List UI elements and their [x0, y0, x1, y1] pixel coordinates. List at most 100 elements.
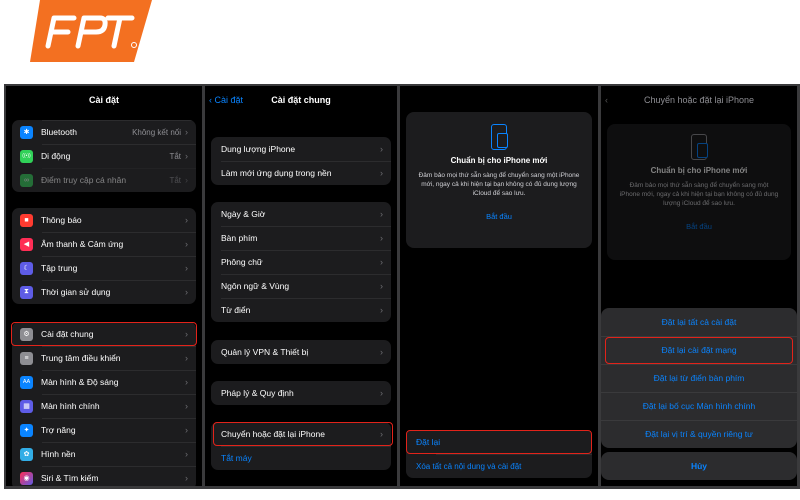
prepare-card-title: Chuẩn bị cho iPhone mới: [450, 156, 548, 165]
chevron-right-icon: ›: [185, 353, 188, 363]
settings-item-label: Thời gian sử dụng: [41, 287, 111, 297]
chevron-right-icon: ›: [185, 401, 188, 411]
reset-title: Chuyển hoặc đặt lại iPhone: [643, 95, 755, 105]
reset-all-settings-option[interactable]: Đặt lại tất cả cài đặt: [601, 308, 797, 336]
general-item-label: Quản lý VPN & Thiết bị: [221, 347, 309, 357]
control-center-icon: ≡: [20, 351, 33, 365]
general-item-background-refresh[interactable]: Làm mới ứng dụng trong nền ›: [211, 161, 391, 185]
iphone-icon: [491, 124, 508, 150]
prepare-card-dimmed: Chuẩn bị cho iPhone mới Đảm bảo mọi thứ …: [607, 124, 791, 260]
general-header: ‹ Cài đặt Cài đặt chung: [205, 86, 397, 116]
chevron-right-icon: ›: [380, 168, 383, 178]
display-icon: AA: [20, 375, 33, 389]
shutdown-button[interactable]: Tắt máy: [211, 446, 391, 470]
reset-location-privacy-option[interactable]: Đặt lại vị trí & quyền riêng tư: [601, 420, 797, 448]
fpt-logo: [30, 0, 152, 62]
option-label: Đặt lại vị trí & quyền riêng tư: [645, 429, 753, 439]
cancel-label: Hủy: [690, 461, 708, 471]
general-item-legal[interactable]: Pháp lý & Quy định ›: [211, 381, 391, 405]
general-item-label: Ngôn ngữ & Vùng: [221, 281, 290, 291]
option-label: Đặt lại tất cả cài đặt: [661, 317, 737, 327]
get-started-link[interactable]: Bắt đầu: [406, 212, 592, 221]
notifications-group: ■ Thông báo › ◀ Âm thanh & Cảm ứng › ☾ T…: [12, 208, 196, 304]
settings-item-label: Âm thanh & Cảm ứng: [41, 239, 124, 249]
reset-header: ‹ Chuyển hoặc đặt lại iPhone: [601, 86, 797, 116]
chevron-right-icon: ›: [185, 215, 188, 225]
highlight-general: [11, 322, 197, 346]
chevron-right-icon: ›: [185, 473, 188, 483]
settings-item-display[interactable]: AA Màn hình & Độ sáng ›: [12, 370, 196, 394]
chevron-right-icon: ›: [185, 377, 188, 387]
general-item-label: Ngày & Giờ: [221, 209, 266, 219]
wallpaper-icon: ✿: [20, 447, 33, 461]
settings-item-screen-time[interactable]: ⧗ Thời gian sử dụng ›: [12, 280, 196, 304]
settings-item-focus[interactable]: ☾ Tập trung ›: [12, 256, 196, 280]
cellular-icon: ((•)): [20, 149, 33, 163]
settings-item-accessibility[interactable]: ✦ Trợ năng ›: [12, 418, 196, 442]
general-item-label: Dung lượng iPhone: [221, 144, 296, 154]
prepare-card-title: Chuẩn bị cho iPhone mới: [650, 166, 748, 175]
vpn-group: Quản lý VPN & Thiết bị ›: [211, 340, 391, 364]
general-item-date-time[interactable]: Ngày & Giờ ›: [211, 202, 391, 226]
legal-group: Pháp lý & Quy định ›: [211, 381, 391, 405]
siri-icon: ◉: [20, 471, 33, 485]
chevron-right-icon: ›: [185, 175, 188, 185]
highlight-reset: [406, 430, 592, 454]
chevron-right-icon: ›: [380, 257, 383, 267]
general-item-storage[interactable]: Dung lượng iPhone ›: [211, 137, 391, 161]
datetime-group: Ngày & Giờ › Bàn phím › Phông chữ › Ngôn…: [211, 202, 391, 322]
option-label: Đặt lại bố cục Màn hình chính: [642, 401, 756, 411]
settings-item-label: Trung tâm điều khiển: [41, 353, 121, 363]
settings-item-label: Bluetooth: [41, 127, 77, 137]
back-button[interactable]: ‹ Cài đặt: [209, 86, 243, 114]
settings-item-siri[interactable]: ◉ Siri & Tìm kiếm ›: [12, 466, 196, 486]
chevron-right-icon: ›: [380, 144, 383, 154]
screen-time-icon: ⧗: [20, 285, 33, 299]
chevron-right-icon: ›: [380, 388, 383, 398]
cancel-button[interactable]: Hủy: [601, 452, 797, 480]
reset-keyboard-dictionary-option[interactable]: Đặt lại từ điển bàn phím: [601, 364, 797, 392]
back-label: Cài đặt: [214, 95, 244, 105]
erase-all-button[interactable]: Xóa tất cả nội dung và cài đặt: [406, 454, 592, 478]
settings-item-cellular[interactable]: ((•)) Di động Tắt ›: [12, 144, 196, 168]
settings-item-label: Màn hình & Độ sáng: [41, 377, 119, 387]
chevron-right-icon: ›: [185, 425, 188, 435]
settings-item-sounds[interactable]: ◀ Âm thanh & Cảm ứng ›: [12, 232, 196, 256]
chevron-right-icon: ›: [380, 347, 383, 357]
erase-all-label: Xóa tất cả nội dung và cài đặt: [416, 461, 522, 471]
general-item-fonts[interactable]: Phông chữ ›: [211, 250, 391, 274]
prepare-card: Chuẩn bị cho iPhone mới Đảm bảo mọi thứ …: [406, 112, 592, 248]
general-item-dictionary[interactable]: Từ điển ›: [211, 298, 391, 322]
settings-item-hotspot[interactable]: ∞ Điểm truy cập cá nhân Tắt ›: [12, 168, 196, 192]
reset-action-sheet: Đặt lại tất cả cài đặt Đặt lại cài đặt m…: [601, 308, 797, 448]
reset-home-screen-layout-option[interactable]: Đặt lại bố cục Màn hình chính: [601, 392, 797, 420]
settings-item-control-center[interactable]: ≡ Trung tâm điều khiển ›: [12, 346, 196, 370]
general-item-label: Phông chữ: [221, 257, 263, 267]
settings-item-label: Điểm truy cập cá nhân: [41, 175, 127, 185]
general-screen: ‹ Cài đặt Cài đặt chung Dung lượng iPhon…: [205, 86, 397, 486]
settings-item-label: Tập trung: [41, 263, 78, 273]
general-item-label: Từ điển: [221, 305, 251, 315]
settings-screen: Cài đặt ✱ Bluetooth Không kết nối › ((•)…: [6, 86, 202, 486]
settings-item-wallpaper[interactable]: ✿ Hình nền ›: [12, 442, 196, 466]
settings-item-label: Siri & Tìm kiếm: [41, 473, 99, 483]
settings-item-label: Màn hình chính: [41, 401, 100, 411]
prepare-card-body: Đảm bảo mọi thứ sẵn sàng để chuyển sang …: [619, 182, 779, 207]
general-item-vpn[interactable]: Quản lý VPN & Thiết bị ›: [211, 340, 391, 364]
settings-item-value: Tắt: [169, 151, 181, 161]
chevron-right-icon: ›: [380, 281, 383, 291]
bluetooth-icon: ✱: [20, 125, 33, 139]
settings-item-value: Không kết nối: [132, 127, 181, 137]
highlight-transfer-reset: [213, 422, 393, 446]
chevron-right-icon: ›: [185, 263, 188, 273]
get-started-link[interactable]: Bắt đầu: [607, 222, 791, 231]
chevron-right-icon: ›: [185, 449, 188, 459]
back-button[interactable]: ‹: [605, 86, 608, 114]
general-item-language-region[interactable]: Ngôn ngữ & Vùng ›: [211, 274, 391, 298]
general-item-keyboard[interactable]: Bàn phím ›: [211, 226, 391, 250]
iphone-icon: [691, 134, 708, 160]
settings-item-notifications[interactable]: ■ Thông báo ›: [12, 208, 196, 232]
settings-item-bluetooth[interactable]: ✱ Bluetooth Không kết nối ›: [12, 120, 196, 144]
settings-item-home-screen[interactable]: ▦ Màn hình chính ›: [12, 394, 196, 418]
cancel-sheet: Hủy: [601, 452, 797, 480]
